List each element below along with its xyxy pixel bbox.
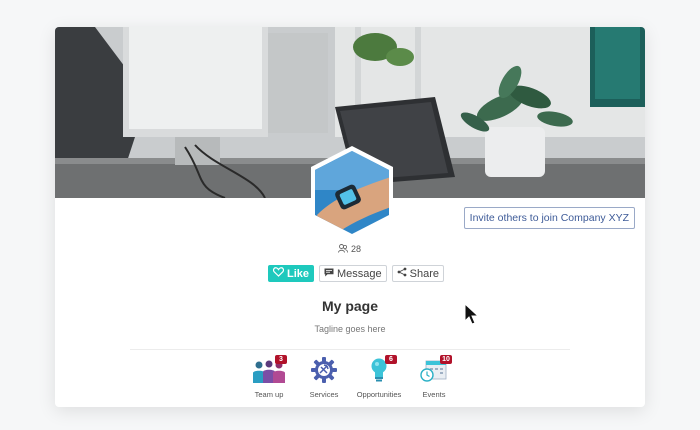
share-button[interactable]: Share bbox=[391, 265, 445, 282]
gear-icon bbox=[311, 357, 337, 388]
member-count: 28 bbox=[338, 243, 361, 255]
tile-events[interactable]: 10 Events bbox=[410, 355, 458, 399]
tile-label: Team up bbox=[254, 390, 284, 399]
tile-services[interactable]: Services bbox=[300, 357, 348, 399]
like-button[interactable]: Like bbox=[268, 265, 315, 282]
profile-card: 28 Invite others to join Company XYZ Lik… bbox=[55, 27, 645, 407]
opportunities-badge: 6 bbox=[385, 355, 397, 364]
tile-opportunities[interactable]: 6 Opportunities bbox=[355, 355, 403, 399]
tile-label: Opportunities bbox=[356, 390, 402, 399]
action-bar: Like Message Share bbox=[268, 265, 445, 282]
heart-icon bbox=[272, 267, 285, 280]
like-label: Like bbox=[287, 267, 310, 280]
chat-icon bbox=[324, 268, 334, 280]
page-title: My page bbox=[321, 298, 378, 314]
share-icon bbox=[397, 267, 407, 280]
invite-button[interactable]: Invite others to join Company XYZ bbox=[463, 207, 635, 229]
events-badge: 10 bbox=[440, 355, 452, 364]
mouse-cursor-icon bbox=[464, 302, 482, 327]
tile-label: Events bbox=[422, 390, 446, 399]
message-label: Message bbox=[337, 267, 382, 280]
share-label: Share bbox=[409, 267, 440, 280]
tile-team-up[interactable]: 3 Team up bbox=[245, 355, 293, 399]
message-button[interactable]: Message bbox=[319, 265, 387, 282]
divider bbox=[130, 349, 570, 350]
members-icon bbox=[338, 243, 348, 255]
member-count-value: 28 bbox=[351, 244, 362, 254]
tile-label: Services bbox=[309, 390, 339, 399]
profile-avatar[interactable] bbox=[307, 145, 397, 240]
feature-tiles: 3 Team up Services 6 Opportunities 10 Ev… bbox=[245, 355, 458, 399]
team-up-badge: 3 bbox=[275, 355, 287, 364]
page-tagline: Tagline goes here bbox=[314, 324, 386, 334]
